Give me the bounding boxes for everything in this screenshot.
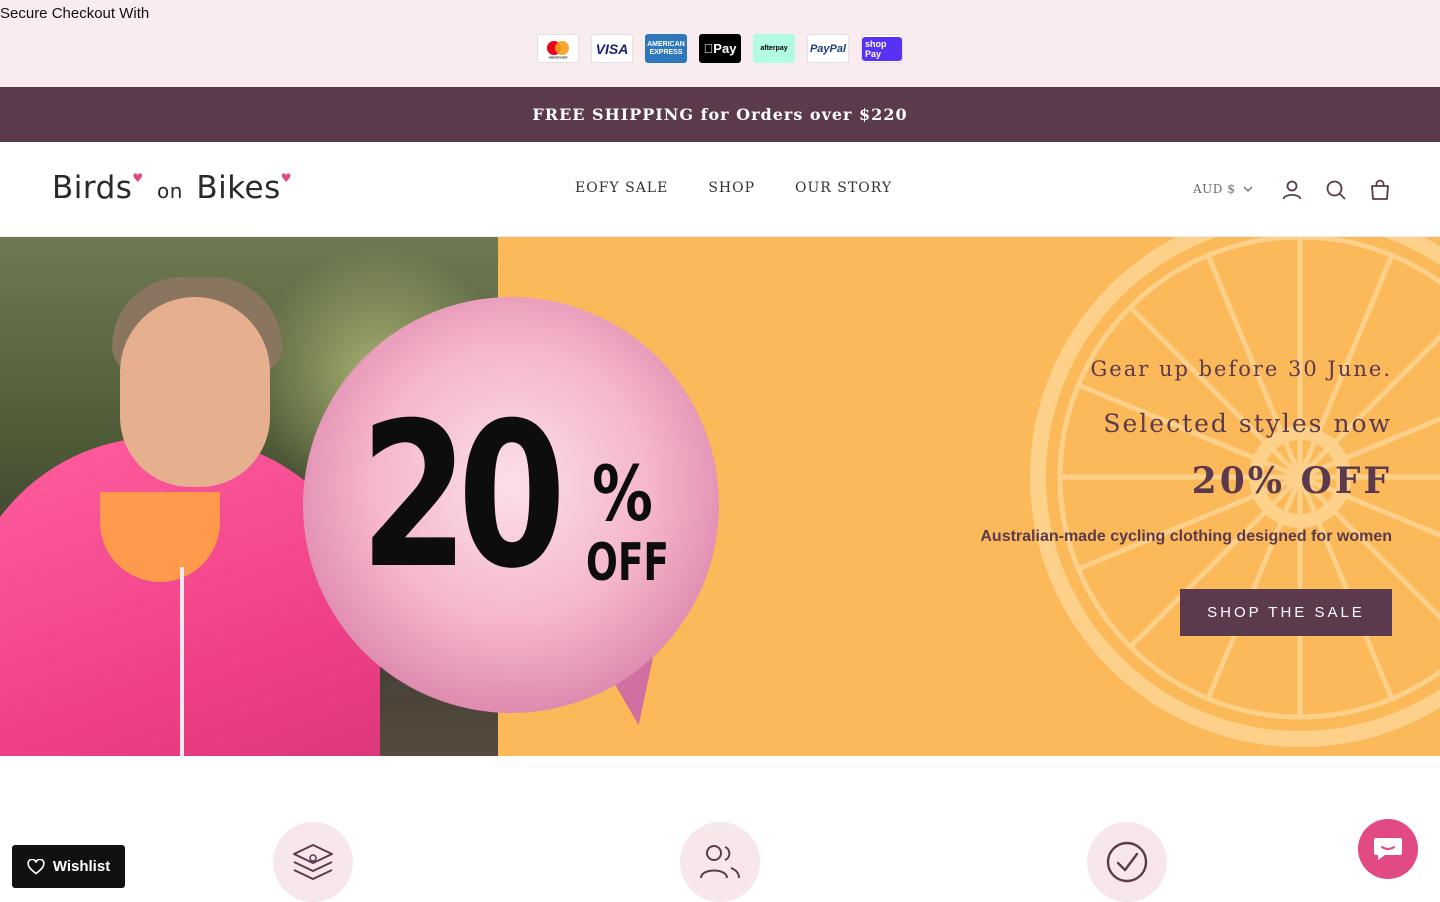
hero-line-2: Selected styles now xyxy=(1103,409,1392,438)
hero-text-block: Gear up before 30 June. Selected styles … xyxy=(922,357,1392,546)
nav-item-shop[interactable]: SHOP xyxy=(708,180,755,196)
heart-icon: ♥ xyxy=(132,171,144,185)
announcement-text: FREE SHIPPING for Orders over $220 xyxy=(532,105,908,124)
main-nav: EOFY SALE SHOP OUR STORY xyxy=(575,180,892,196)
logo-word-birds: Birds xyxy=(52,170,133,206)
apple-pay-icon: Pay xyxy=(699,34,741,63)
payment-bar: Secure Checkout With mastercard VISA AME… xyxy=(0,0,1440,87)
wishlist-label: Wishlist xyxy=(52,858,111,875)
search-icon[interactable] xyxy=(1324,178,1348,202)
amex-icon: AMERICAN EXPRESS xyxy=(645,34,687,63)
chat-widget-button[interactable] xyxy=(1358,819,1418,879)
logo-word-on: on xyxy=(157,179,183,203)
currency-selector[interactable]: AUD $ xyxy=(1193,182,1253,196)
hero-banner: 20 % OFF Gear up before 30 June. Selecte… xyxy=(0,237,1440,756)
hero-headline: 20% OFF xyxy=(1191,460,1392,502)
svg-text:mastercard: mastercard xyxy=(549,55,568,59)
shop-pay-icon: shop Pay xyxy=(861,34,903,63)
discount-off-label: OFF xyxy=(586,533,669,593)
paypal-icon: PayPal xyxy=(807,34,849,63)
account-icon[interactable] xyxy=(1280,178,1304,202)
currency-label: AUD $ xyxy=(1193,182,1236,196)
heart-icon: ♥ xyxy=(280,171,293,185)
hero-subtitle: Australian-made cycling clothing designe… xyxy=(980,528,1392,545)
users-icon xyxy=(700,845,740,879)
heart-icon xyxy=(27,858,45,875)
check-circle-icon xyxy=(1106,841,1148,883)
payment-icons: mastercard VISA AMERICAN EXPRESS Pay af… xyxy=(537,34,903,63)
wishlist-button[interactable]: Wishlist xyxy=(12,845,125,888)
chat-icon xyxy=(1374,838,1402,860)
logo-word-bikes: Bikes xyxy=(196,170,281,206)
visa-icon: VISA xyxy=(591,34,633,63)
nav-item-our-story[interactable]: OUR STORY xyxy=(795,180,892,196)
hero-line-1: Gear up before 30 June. xyxy=(1090,357,1392,381)
feature-layers xyxy=(273,822,353,902)
cart-icon[interactable] xyxy=(1368,178,1392,202)
afterpay-icon: afterpay xyxy=(753,34,795,63)
secure-checkout-title: Secure Checkout With xyxy=(0,5,150,22)
chevron-down-icon xyxy=(1243,186,1253,192)
nav-item-eofy-sale[interactable]: EOFY SALE xyxy=(575,180,668,196)
announcement-bar: FREE SHIPPING for Orders over $220 xyxy=(0,87,1440,142)
discount-percent-sign: % xyxy=(592,449,653,538)
feature-quality xyxy=(1087,822,1167,902)
mastercard-icon: mastercard xyxy=(537,34,579,63)
site-logo[interactable]: Birds♥ on Bikes♥ xyxy=(52,170,292,206)
discount-number: 20 xyxy=(360,380,566,613)
layers-icon xyxy=(293,844,333,880)
shop-the-sale-button[interactable]: SHOP THE SALE xyxy=(1180,589,1392,636)
feature-community xyxy=(680,822,760,902)
site-header: Birds♥ on Bikes♥ EOFY SALE SHOP OUR STOR… xyxy=(0,142,1440,237)
